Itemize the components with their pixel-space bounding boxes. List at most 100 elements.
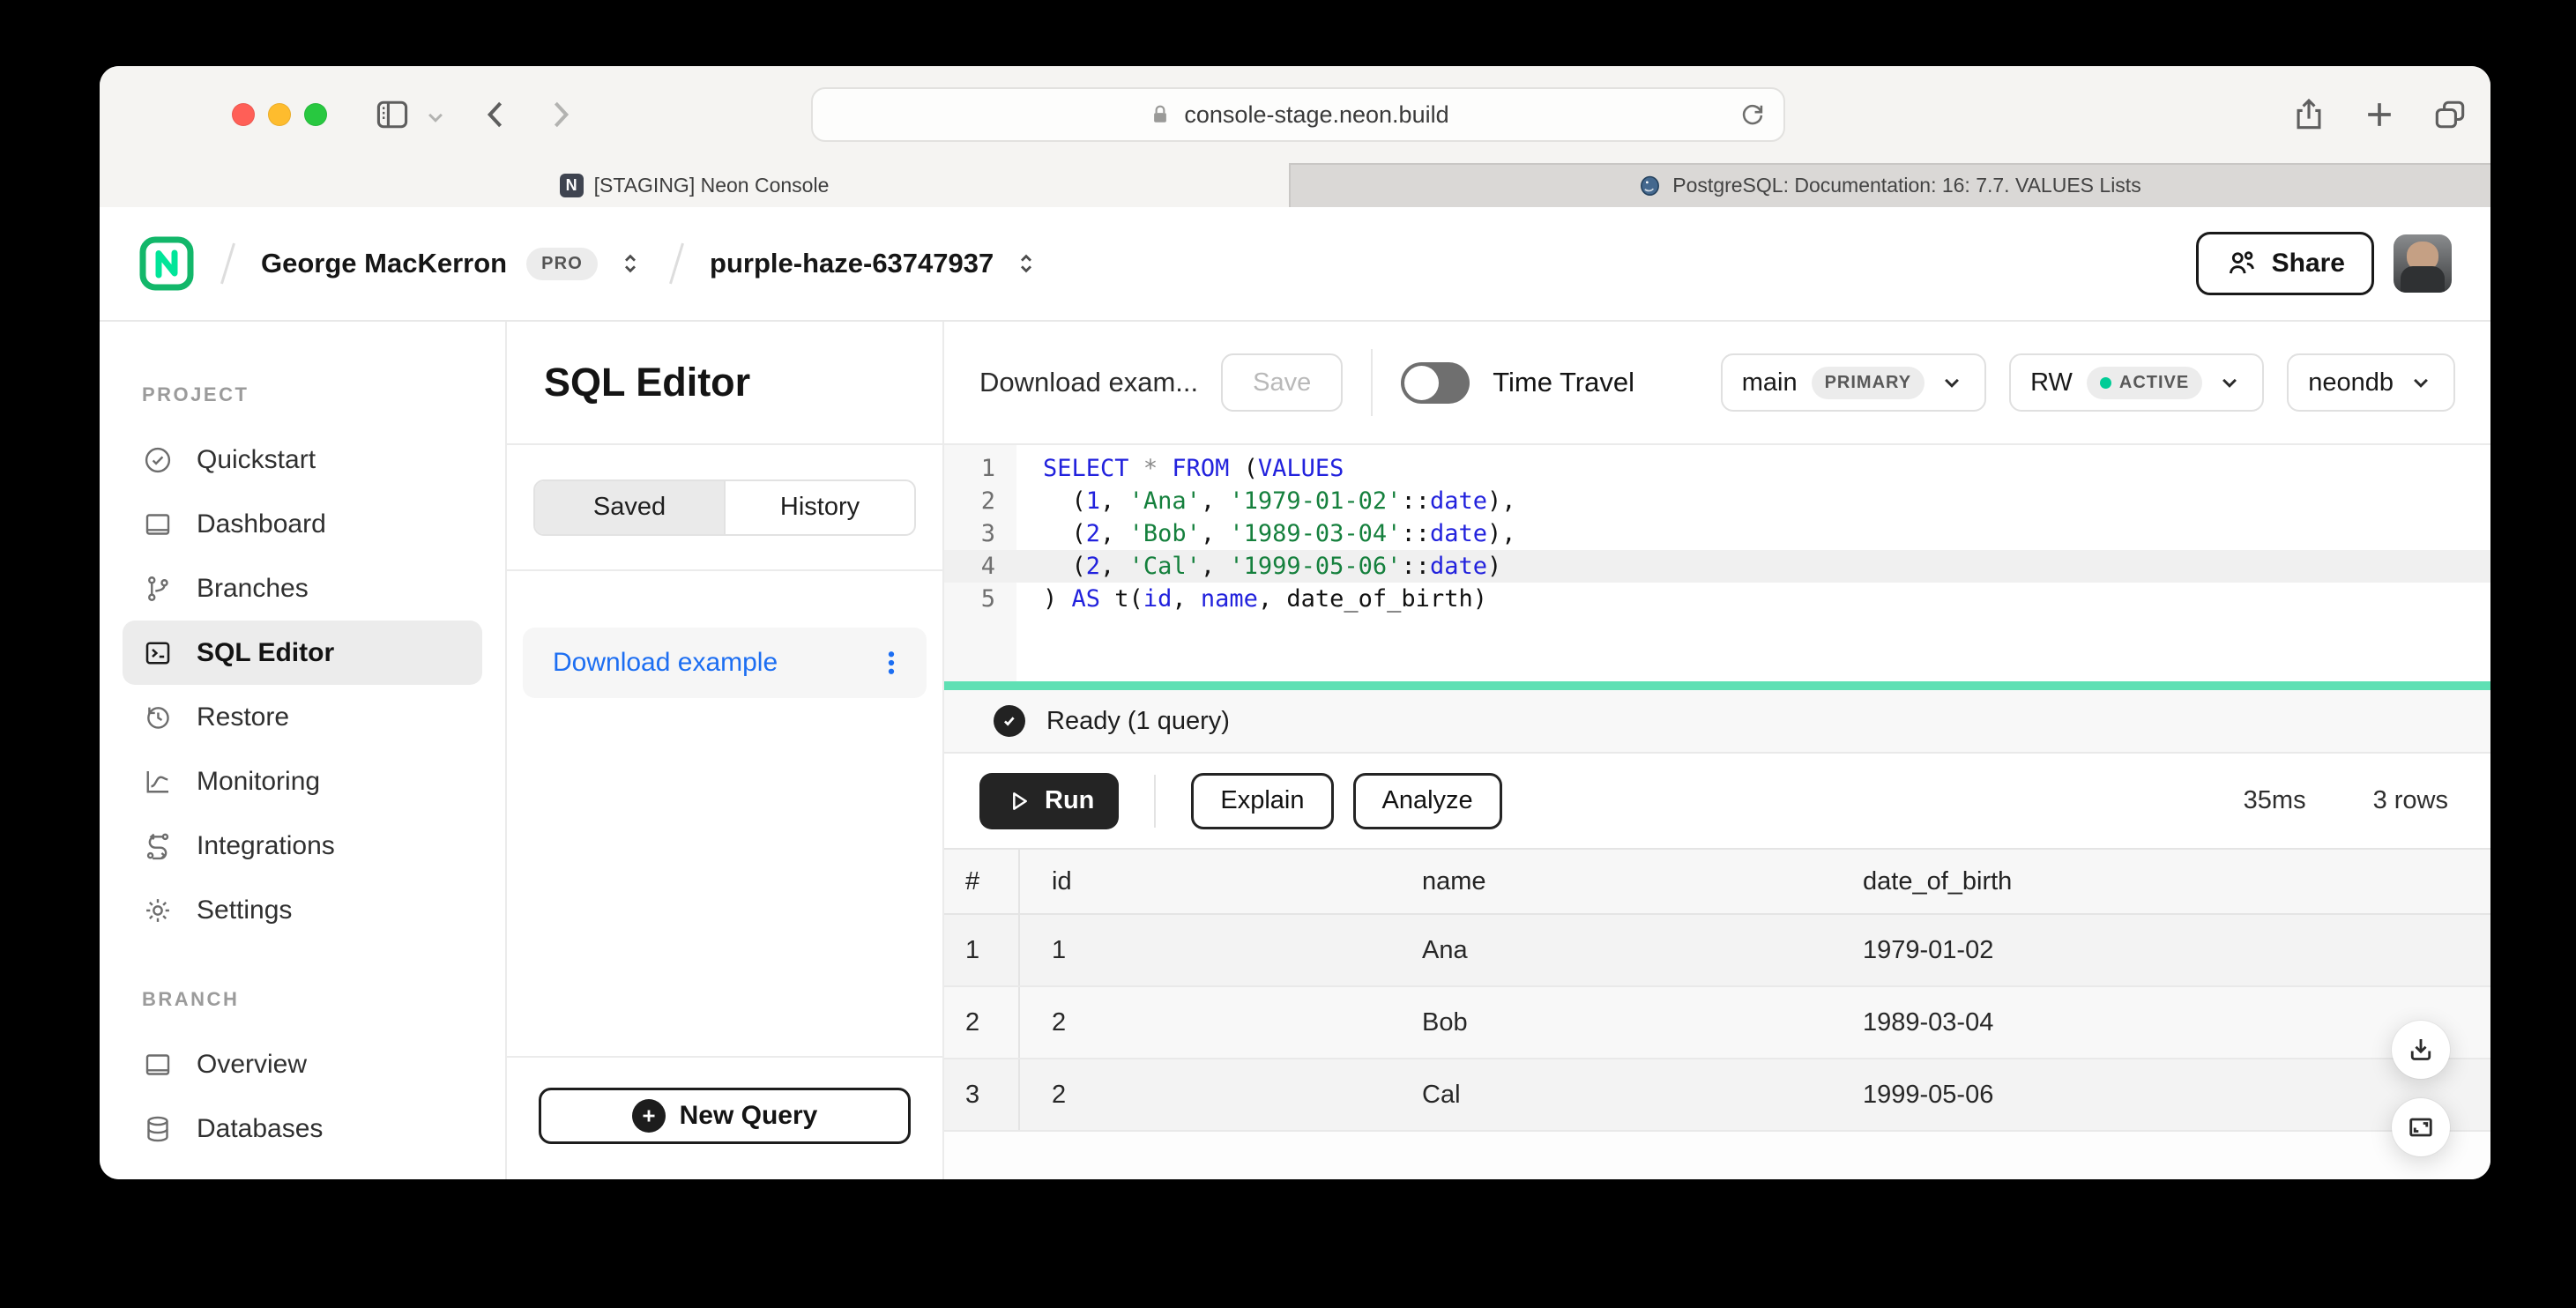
queries-panel: SQL Editor Saved History Download exampl… (507, 322, 944, 1179)
code-line[interactable]: 5) AS t(id, name, date_of_birth) (944, 583, 2490, 615)
plan-badge: PRO (526, 248, 598, 280)
table-icon (142, 1178, 174, 1180)
project-name[interactable]: purple-haze-63747937 (710, 248, 994, 279)
sidebar-item-integrations[interactable]: Integrations (123, 814, 482, 878)
reload-icon[interactable] (1738, 100, 1768, 130)
table-row: 32Cal1999-05-06 (944, 1059, 2490, 1132)
forward-button-icon[interactable] (540, 95, 579, 134)
sidebar-item-label: Databases (197, 1114, 323, 1144)
code-text: ) AS t(id, name, date_of_birth) (1016, 583, 1487, 615)
close-window-button[interactable] (232, 103, 255, 126)
sidebar-item-settings[interactable]: Settings (123, 878, 482, 942)
sidebar-item-sql-editor[interactable]: SQL Editor (123, 621, 482, 685)
column-header-name: name (1390, 850, 1831, 913)
org-selector-icon[interactable] (617, 250, 644, 277)
chevron-down-icon[interactable] (422, 104, 449, 130)
sidebar-item-tables[interactable]: Tables (123, 1161, 482, 1179)
org-name[interactable]: George MacKerron (261, 248, 507, 279)
expand-results-button[interactable] (2392, 1098, 2450, 1156)
sidebar-item-monitoring[interactable]: Monitoring (123, 749, 482, 814)
neon-logo-icon[interactable] (138, 235, 195, 292)
query-row-count: 3 rows (2373, 786, 2448, 815)
compute-active-badge: ACTIVE (2087, 367, 2202, 399)
sidebar-item-overview[interactable]: Overview (123, 1032, 482, 1096)
sidebar-item-quickstart[interactable]: Quickstart (123, 427, 482, 492)
new-tab-icon[interactable] (2360, 95, 2399, 134)
sidebar-item-label: Monitoring (197, 767, 320, 797)
check-circle-icon (142, 444, 174, 476)
tab-postgres-docs[interactable]: PostgreSQL: Documentation: 16: 7.7. VALU… (1289, 163, 2490, 207)
browser-toolbar: console-stage.neon.build (100, 66, 2490, 163)
database-select[interactable]: neondb (2287, 353, 2455, 412)
table-body: 11Ana1979-01-0222Bob1989-03-0432Cal1999-… (944, 915, 2490, 1132)
browser-window: console-stage.neon.build N [STAGING] Neo… (100, 66, 2490, 1179)
tab-overview-icon[interactable] (2431, 95, 2469, 134)
query-name-label[interactable]: Download exam... (979, 367, 1198, 398)
breadcrumb-divider (220, 243, 235, 285)
column-header--: # (944, 850, 1020, 913)
sidebar-item-restore[interactable]: Restore (123, 685, 482, 749)
download-results-button[interactable] (2392, 1021, 2450, 1079)
code-line[interactable]: 3 (2, 'Bob', '1989-03-04'::date), (944, 517, 2490, 550)
run-button[interactable]: Run (979, 773, 1119, 829)
neon-n-favicon: N (560, 174, 584, 197)
toggle-knob (1404, 366, 1439, 400)
new-query-button[interactable]: New Query (539, 1088, 911, 1144)
compute-select[interactable]: RW ACTIVE (2009, 353, 2264, 412)
user-avatar[interactable] (2394, 234, 2452, 293)
actions-divider (1154, 775, 1156, 828)
table-cell: Bob (1390, 987, 1831, 1058)
save-button[interactable]: Save (1221, 353, 1343, 412)
minimize-window-button[interactable] (268, 103, 291, 126)
sidebar-item-dashboard[interactable]: Dashboard (123, 492, 482, 556)
database-select-value: neondb (2308, 368, 2394, 398)
integrations-icon (142, 830, 174, 862)
chevron-down-icon (2408, 369, 2434, 396)
branch-select[interactable]: main PRIMARY (1721, 353, 1986, 412)
code-line[interactable]: 1SELECT * FROM (VALUES (944, 452, 2490, 485)
editor-pane: Download exam... Save Time Travel main P… (944, 322, 2490, 1179)
kebab-menu-icon[interactable] (875, 647, 907, 679)
project-selector-icon[interactable] (1013, 250, 1039, 277)
sidebar-item-branches[interactable]: Branches (123, 556, 482, 621)
check-circle-icon (994, 705, 1025, 737)
sidebar-toggle-icon[interactable] (373, 95, 412, 134)
table-row: 22Bob1989-03-04 (944, 987, 2490, 1059)
sidebar-item-label: Integrations (197, 831, 335, 861)
table-cell: 1999-05-06 (1831, 1059, 2490, 1130)
tab-history[interactable]: History (724, 481, 914, 534)
code-text: (2, 'Bob', '1989-03-04'::date), (1016, 517, 1516, 550)
code-line[interactable]: 2 (1, 'Ana', '1979-01-02'::date), (944, 485, 2490, 517)
address-bar[interactable]: console-stage.neon.build (811, 87, 1785, 142)
explain-button[interactable]: Explain (1191, 773, 1333, 829)
code-text: (2, 'Cal', '1999-05-06'::date) (1016, 550, 1501, 583)
tab-neon-console[interactable]: N [STAGING] Neon Console (100, 163, 1289, 207)
code-line[interactable]: 4 (2, 'Cal', '1999-05-06'::date) (944, 550, 2490, 583)
saved-query-link[interactable]: Download example (553, 648, 875, 678)
tab-title: PostgreSQL: Documentation: 16: 7.7. VALU… (1672, 174, 2140, 197)
tab-saved[interactable]: Saved (535, 481, 724, 534)
zoom-window-button[interactable] (304, 103, 327, 126)
analyze-button[interactable]: Analyze (1353, 773, 1502, 829)
share-page-icon[interactable] (2289, 95, 2328, 134)
saved-query-item[interactable]: Download example (523, 628, 927, 698)
editor-resize-handle[interactable] (944, 681, 2490, 690)
queries-panel-footer: New Query (507, 1056, 942, 1179)
branch-select-value: main (1742, 368, 1798, 398)
browser-tab-bar: N [STAGING] Neon Console PostgreSQL: Doc… (100, 163, 2490, 207)
query-duration: 35ms (2244, 786, 2306, 815)
plus-icon (632, 1099, 666, 1133)
time-travel-toggle[interactable] (1401, 362, 1470, 404)
time-travel-label: Time Travel (1493, 367, 1634, 398)
url-text: console-stage.neon.build (1184, 101, 1448, 129)
editor-toolbar: Download exam... Save Time Travel main P… (944, 322, 2490, 445)
sql-code-editor[interactable]: 1SELECT * FROM (VALUES2 (1, 'Ana', '1979… (944, 445, 2490, 681)
share-button[interactable]: Share (2196, 232, 2374, 295)
back-button-icon[interactable] (477, 95, 516, 134)
sidebar-item-label: Tables (197, 1178, 273, 1180)
sidebar-item-databases[interactable]: Databases (123, 1096, 482, 1161)
git-branch-icon (142, 573, 174, 605)
page-title: SQL Editor (544, 360, 750, 405)
sidebar-item-label: Settings (197, 896, 292, 925)
history-icon (142, 702, 174, 733)
